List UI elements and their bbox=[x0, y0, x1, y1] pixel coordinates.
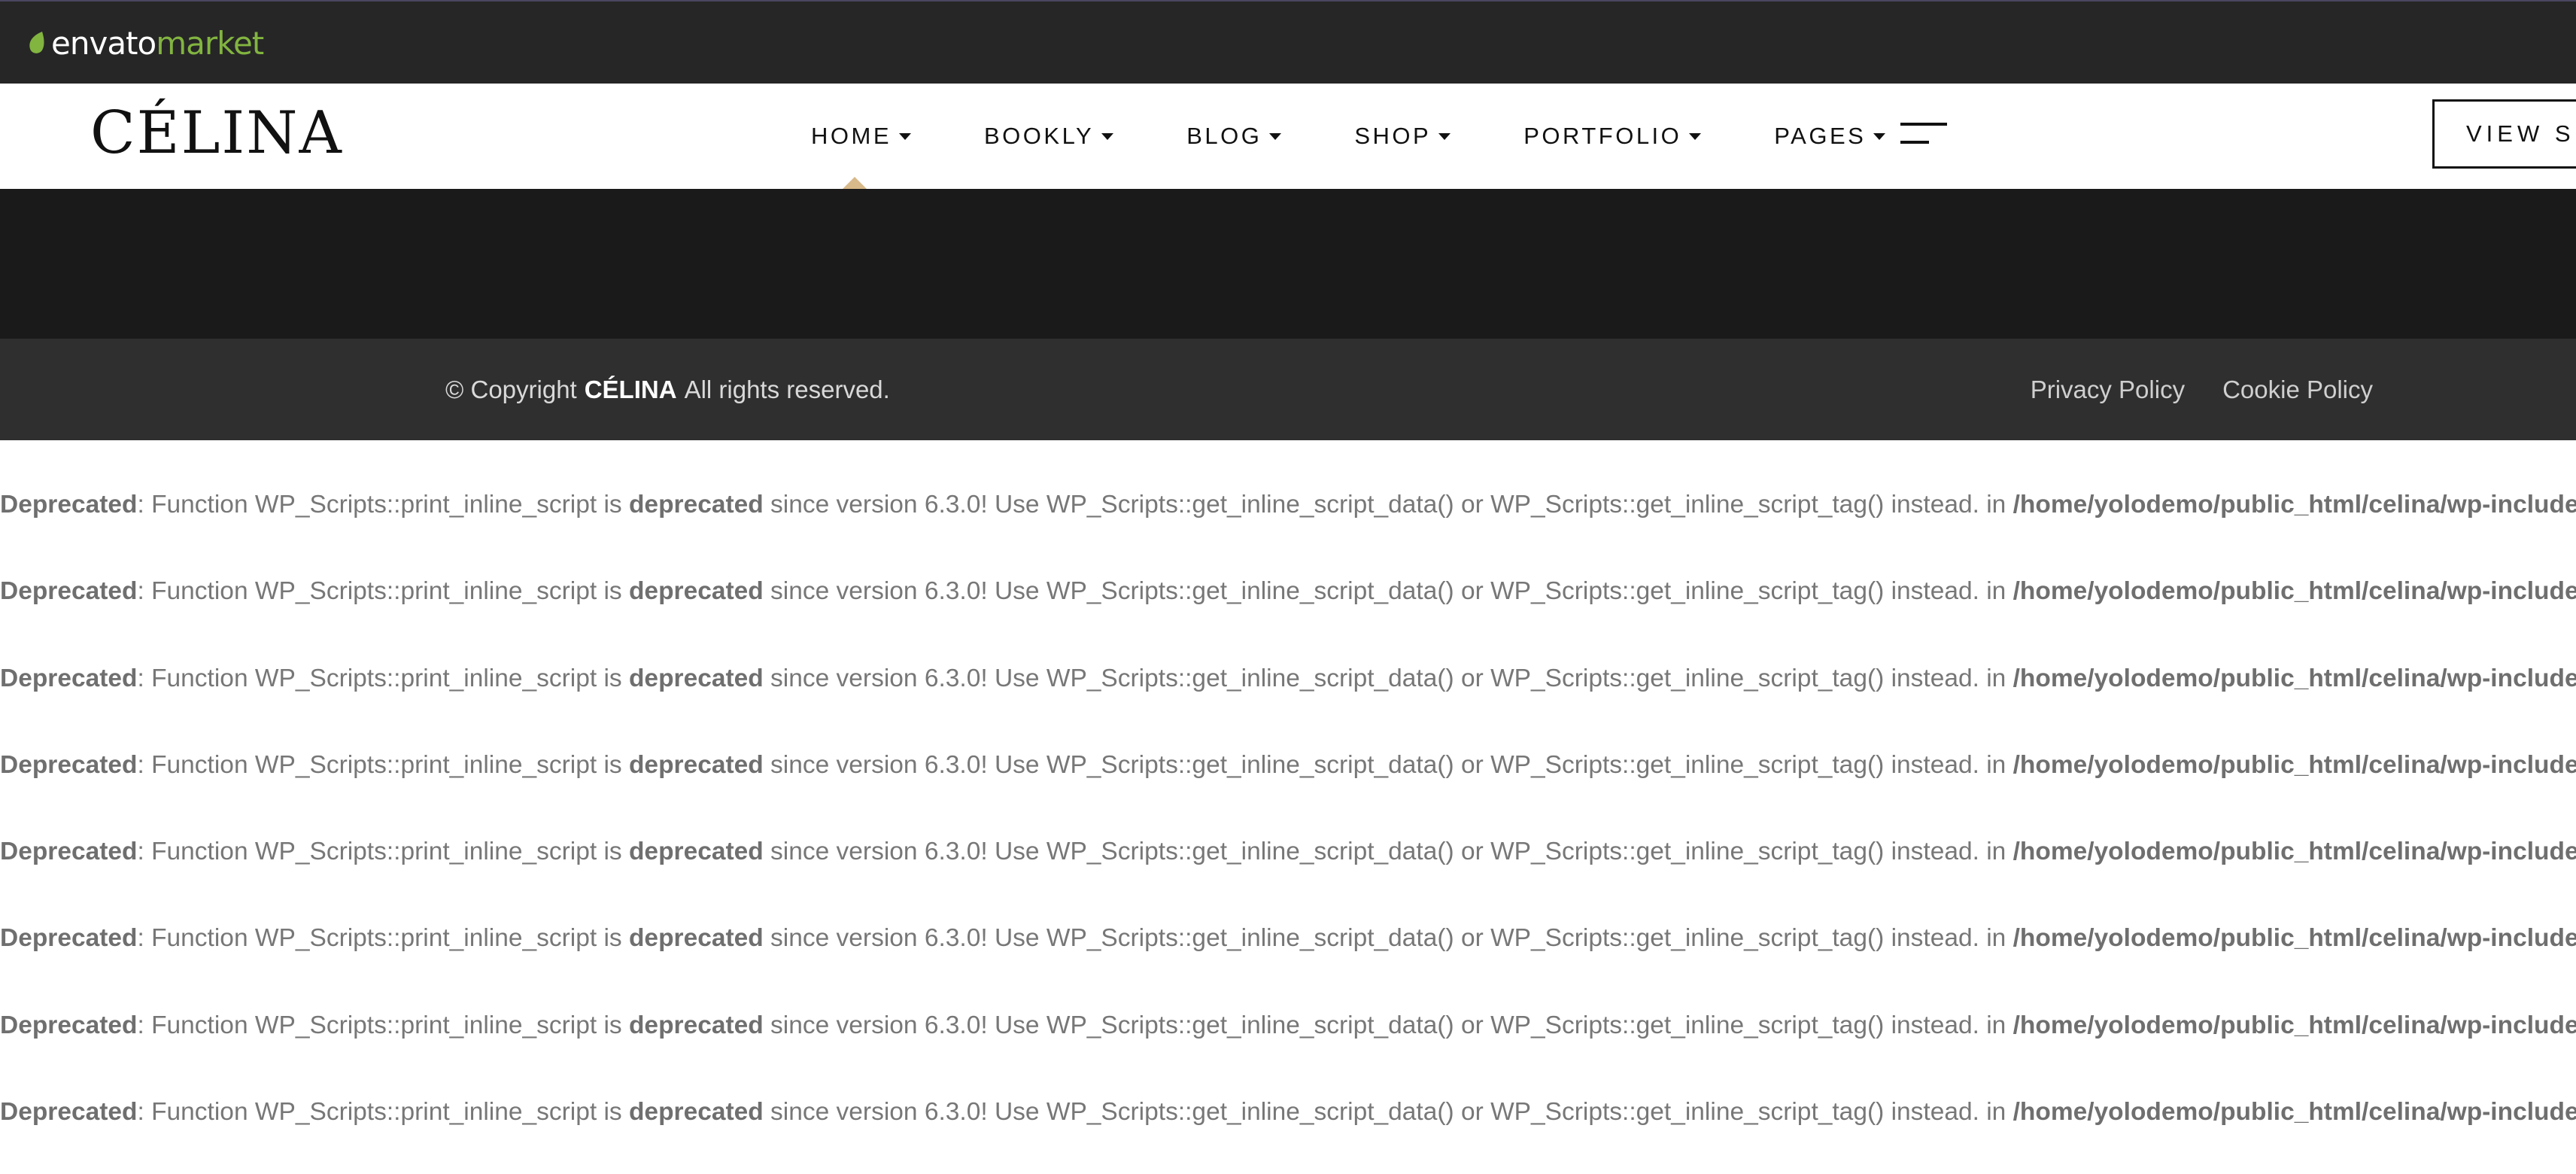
active-indicator bbox=[843, 177, 867, 189]
caret-down-icon bbox=[1873, 132, 1886, 140]
caret-down-icon bbox=[1101, 132, 1114, 140]
dark-banner bbox=[0, 189, 2576, 339]
nav-item-shop[interactable]: SHOP bbox=[1354, 84, 1451, 189]
deprecation-notice: Deprecated: Function WP_Scripts::print_i… bbox=[0, 750, 2576, 779]
deprecation-notices: Deprecated: Function WP_Scripts::print_i… bbox=[0, 477, 2576, 1171]
copyright-brand: CÉLINA bbox=[584, 375, 677, 403]
market-logo-word: market bbox=[156, 24, 264, 62]
nav-item-home[interactable]: HOME bbox=[811, 84, 911, 189]
deprecation-notice: Deprecated: Function WP_Scripts::print_i… bbox=[0, 577, 2576, 606]
caret-down-icon bbox=[1269, 132, 1282, 140]
footer-bar: © Copyright CÉLINA All rights reserved. … bbox=[0, 339, 2576, 440]
site-header: CÉLINA HOME BOOKLY BLOG SHOP PORTFOLIO P… bbox=[0, 84, 2576, 189]
nav-item-blog[interactable]: BLOG bbox=[1186, 84, 1282, 189]
envato-market-logo[interactable]: envato market bbox=[27, 24, 264, 62]
nav-item-label: HOME bbox=[811, 123, 892, 149]
deprecation-notice: Deprecated: Function WP_Scripts::print_i… bbox=[0, 664, 2576, 692]
copyright-suffix: All rights reserved. bbox=[684, 375, 890, 403]
deprecation-notice: Deprecated: Function WP_Scripts::print_i… bbox=[0, 1098, 2576, 1127]
view-button[interactable]: VIEW SO bbox=[2432, 99, 2576, 169]
cookie-policy-link[interactable]: Cookie Policy bbox=[2222, 376, 2373, 404]
nav-item-pages[interactable]: PAGES bbox=[1774, 84, 1886, 189]
envato-top-bar: envato market bbox=[0, 0, 2576, 84]
deprecation-notice: Deprecated: Function WP_Scripts::print_i… bbox=[0, 1011, 2576, 1039]
copyright-text: © Copyright CÉLINA All rights reserved. bbox=[445, 339, 890, 440]
privacy-policy-link[interactable]: Privacy Policy bbox=[2031, 376, 2185, 404]
main-navigation: HOME BOOKLY BLOG SHOP PORTFOLIO PAGES bbox=[811, 84, 1958, 189]
caret-down-icon bbox=[899, 132, 911, 140]
deprecation-notice: Deprecated: Function WP_Scripts::print_i… bbox=[0, 491, 2576, 519]
nav-item-label: BLOG bbox=[1186, 123, 1262, 149]
footer-links: Privacy Policy Cookie Policy bbox=[1993, 339, 2373, 440]
nav-item-label: SHOP bbox=[1354, 123, 1432, 149]
envato-leaf-icon bbox=[29, 32, 44, 53]
view-button-label: VIEW SO bbox=[2466, 120, 2576, 147]
deprecation-notice: Deprecated: Function WP_Scripts::print_i… bbox=[0, 924, 2576, 953]
nav-item-bookly[interactable]: BOOKLY bbox=[984, 84, 1114, 189]
deprecation-notice: Deprecated: Function WP_Scripts::print_i… bbox=[0, 838, 2576, 866]
nav-item-label: BOOKLY bbox=[984, 123, 1095, 149]
caret-down-icon bbox=[1438, 132, 1451, 140]
envato-logo-word: envato bbox=[51, 24, 156, 62]
caret-down-icon bbox=[1689, 132, 1702, 140]
nav-item-label: PAGES bbox=[1774, 123, 1867, 149]
site-logo[interactable]: CÉLINA bbox=[90, 96, 343, 171]
nav-item-portfolio[interactable]: PORTFOLIO bbox=[1523, 84, 1702, 189]
menu-lines-icon[interactable] bbox=[1900, 123, 1949, 145]
copyright-prefix: © Copyright bbox=[445, 375, 577, 403]
nav-item-label: PORTFOLIO bbox=[1523, 123, 1682, 149]
